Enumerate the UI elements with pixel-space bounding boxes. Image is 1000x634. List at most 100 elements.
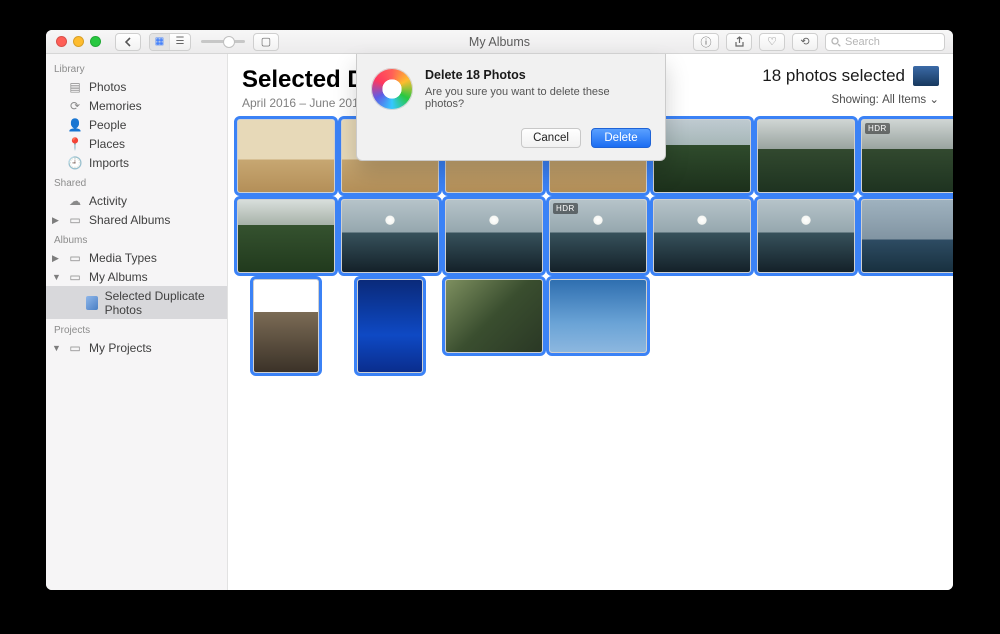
- heart-icon: ♡: [767, 35, 777, 48]
- hdr-badge: HDR: [553, 203, 578, 214]
- photo-image: [654, 200, 750, 272]
- cancel-button[interactable]: Cancel: [521, 128, 581, 148]
- photo-thumbnail[interactable]: [758, 200, 854, 272]
- sidebar-item-label: My Albums: [89, 270, 148, 284]
- sidebar-item-label: Photos: [89, 80, 126, 94]
- disclosure-triangle-icon[interactable]: ▼: [52, 343, 61, 353]
- photo-grid-scroll[interactable]: HDR HDR: [228, 114, 953, 590]
- app-window: ▦ ☰ ▢ My Albums ⓘ ♡ ⟲ Search: [46, 30, 953, 590]
- sidebar-item-memories[interactable]: ⟳ Memories: [46, 96, 227, 115]
- delete-confirmation-dialog: Delete 18 Photos Are you sure you want t…: [356, 54, 666, 161]
- photo-image: [862, 200, 953, 272]
- minimize-window-button[interactable]: [73, 36, 84, 47]
- sidebar-item-activity[interactable]: ☁ Activity: [46, 191, 227, 210]
- sidebar-item-label: Activity: [89, 194, 127, 208]
- sidebar-item-shared-albums[interactable]: ▶ ▭ Shared Albums: [46, 210, 227, 229]
- photo-thumbnail[interactable]: [446, 200, 542, 272]
- photo-thumbnail[interactable]: [238, 200, 334, 272]
- sidebar-item-my-albums[interactable]: ▼ ▭ My Albums: [46, 267, 227, 286]
- sidebar-item-label: Media Types: [89, 251, 157, 265]
- hdr-badge: HDR: [865, 123, 890, 134]
- sidebar-item-label: Memories: [89, 99, 142, 113]
- selection-thumbnail: [913, 66, 939, 86]
- album-thumb-icon: [86, 296, 98, 310]
- chevron-down-icon: ⌄: [929, 94, 939, 106]
- selection-count: 18 photos selected: [762, 66, 939, 86]
- photo-image: [654, 120, 750, 192]
- photos-app-icon: [371, 68, 413, 110]
- back-button[interactable]: [115, 33, 141, 51]
- folder-icon: ▭: [68, 213, 82, 227]
- rotate-button[interactable]: ⟲: [792, 33, 818, 51]
- imports-clock-icon: 🕘: [68, 156, 82, 170]
- photo-thumbnail[interactable]: HDR: [550, 200, 646, 272]
- dialog-message: Are you sure you want to delete these ph…: [425, 86, 651, 110]
- sidebar-item-selected-duplicate-photos[interactable]: Selected Duplicate Photos: [46, 286, 227, 319]
- photo-thumbnail[interactable]: [446, 280, 542, 372]
- showing-label: Showing:: [832, 94, 879, 106]
- photo-image: [758, 120, 854, 192]
- photo-image: [238, 200, 334, 272]
- selection-count-label: 18 photos selected: [762, 66, 905, 86]
- grid-view-icon[interactable]: ▦: [150, 34, 170, 50]
- search-icon: [831, 37, 841, 47]
- toolbar-right: ⓘ ♡ ⟲ Search: [693, 33, 953, 51]
- share-icon: [734, 36, 745, 48]
- delete-button[interactable]: Delete: [591, 128, 651, 148]
- sidebar-item-label: Imports: [89, 156, 129, 170]
- close-window-button[interactable]: [56, 36, 67, 47]
- photos-icon: ▤: [68, 80, 82, 94]
- photo-image: [358, 280, 422, 372]
- search-field[interactable]: Search: [825, 33, 945, 51]
- sidebar-item-label: My Projects: [89, 341, 152, 355]
- sidebar-header-library: Library: [46, 58, 227, 77]
- disclosure-triangle-icon[interactable]: ▶: [52, 215, 59, 226]
- sidebar-item-my-projects[interactable]: ▼ ▭ My Projects: [46, 338, 227, 357]
- sidebar-header-albums: Albums: [46, 229, 227, 248]
- photo-thumbnail[interactable]: [654, 120, 750, 192]
- sidebar-item-media-types[interactable]: ▶ ▭ Media Types: [46, 248, 227, 267]
- showing-filter[interactable]: Showing: All Items ⌄: [762, 92, 939, 106]
- favorite-button[interactable]: ♡: [759, 33, 785, 51]
- photo-thumbnail[interactable]: [550, 280, 646, 372]
- photo-thumbnail[interactable]: [238, 120, 334, 192]
- sidebar-item-photos[interactable]: ▤ Photos: [46, 77, 227, 96]
- slideshow-button[interactable]: ▢: [253, 33, 279, 51]
- chevron-left-icon: [124, 37, 132, 47]
- sidebar-item-label: People: [89, 118, 126, 132]
- photo-image: [446, 280, 542, 352]
- photo-thumbnail[interactable]: [758, 120, 854, 192]
- photo-thumbnail[interactable]: HDR: [862, 120, 953, 192]
- photo-thumbnail[interactable]: [342, 280, 438, 372]
- thumbnail-size-slider[interactable]: [201, 40, 245, 43]
- sidebar-item-people[interactable]: 👤 People: [46, 115, 227, 134]
- sidebar-item-imports[interactable]: 🕘 Imports: [46, 153, 227, 172]
- zoom-window-button[interactable]: [90, 36, 101, 47]
- sidebar-item-places[interactable]: 📍 Places: [46, 134, 227, 153]
- sidebar: Library ▤ Photos ⟳ Memories 👤 People 📍 P…: [46, 54, 228, 590]
- places-pin-icon: 📍: [68, 137, 82, 151]
- disclosure-triangle-icon[interactable]: ▶: [52, 253, 59, 264]
- showing-value: All Items: [882, 94, 926, 106]
- view-mode-segmented[interactable]: ▦ ☰: [149, 33, 191, 51]
- photo-image: [758, 200, 854, 272]
- search-placeholder: Search: [845, 36, 880, 48]
- photo-thumbnail[interactable]: [654, 200, 750, 272]
- photo-thumbnail[interactable]: [238, 280, 334, 372]
- disclosure-triangle-icon[interactable]: ▼: [52, 272, 61, 282]
- info-button[interactable]: ⓘ: [693, 33, 719, 51]
- window-titlebar: ▦ ☰ ▢ My Albums ⓘ ♡ ⟲ Search: [46, 30, 953, 54]
- sidebar-item-label: Places: [89, 137, 125, 151]
- share-button[interactable]: [726, 33, 752, 51]
- list-view-icon[interactable]: ☰: [170, 34, 190, 50]
- cloud-icon: ☁: [68, 194, 82, 208]
- folder-icon: ▭: [68, 341, 82, 355]
- cancel-button-label: Cancel: [533, 132, 569, 144]
- people-icon: 👤: [68, 118, 82, 132]
- photo-thumbnail[interactable]: [342, 200, 438, 272]
- photo-thumbnail[interactable]: [862, 200, 953, 272]
- rotate-icon: ⟲: [800, 35, 809, 48]
- sidebar-item-label: Selected Duplicate Photos: [105, 289, 221, 317]
- photo-image: [446, 200, 542, 272]
- play-rect-icon: ▢: [261, 35, 271, 48]
